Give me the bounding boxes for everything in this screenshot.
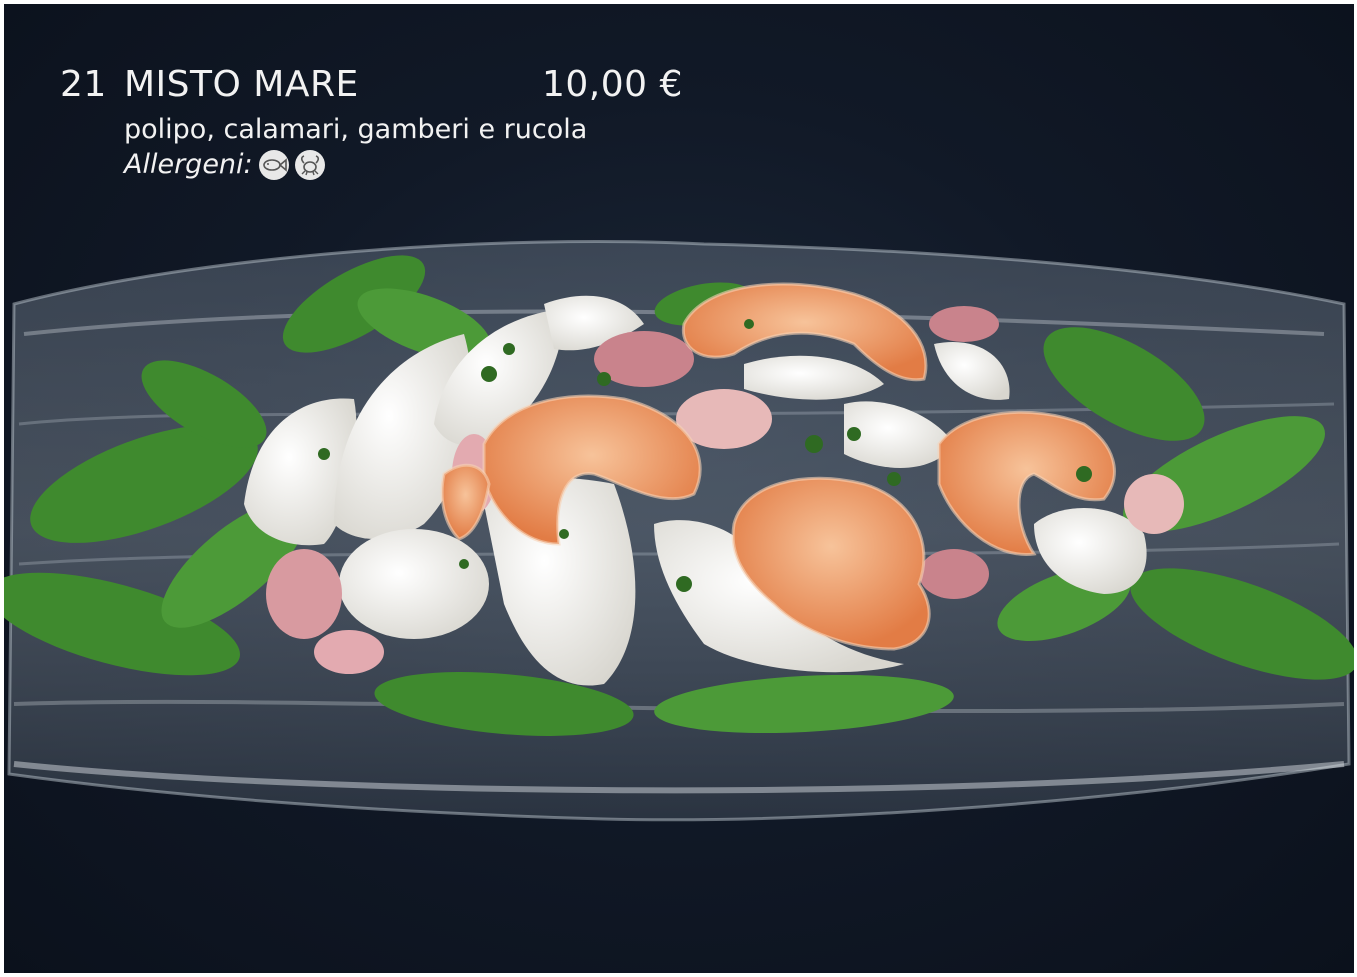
menu-item-header: 21 MISTO MARE 10,00 € xyxy=(60,64,700,112)
menu-item-name: MISTO MARE xyxy=(124,64,359,105)
crustacean-icon xyxy=(294,149,325,180)
fish-icon xyxy=(258,149,289,180)
allergens-row: Allergeni: xyxy=(124,149,700,180)
menu-item: 21 MISTO MARE 10,00 € polipo, calamari, … xyxy=(60,64,700,180)
menu-page: 21 MISTO MARE 10,00 € polipo, calamari, … xyxy=(0,0,1357,977)
allergens-label: Allergeni: xyxy=(124,149,253,180)
menu-item-description: polipo, calamari, gamberi e rucola xyxy=(124,114,588,145)
dish-photo: 21 MISTO MARE 10,00 € polipo, calamari, … xyxy=(4,4,1354,973)
menu-item-number: 21 xyxy=(60,64,107,105)
menu-item-price: 10,00 € xyxy=(542,64,683,105)
